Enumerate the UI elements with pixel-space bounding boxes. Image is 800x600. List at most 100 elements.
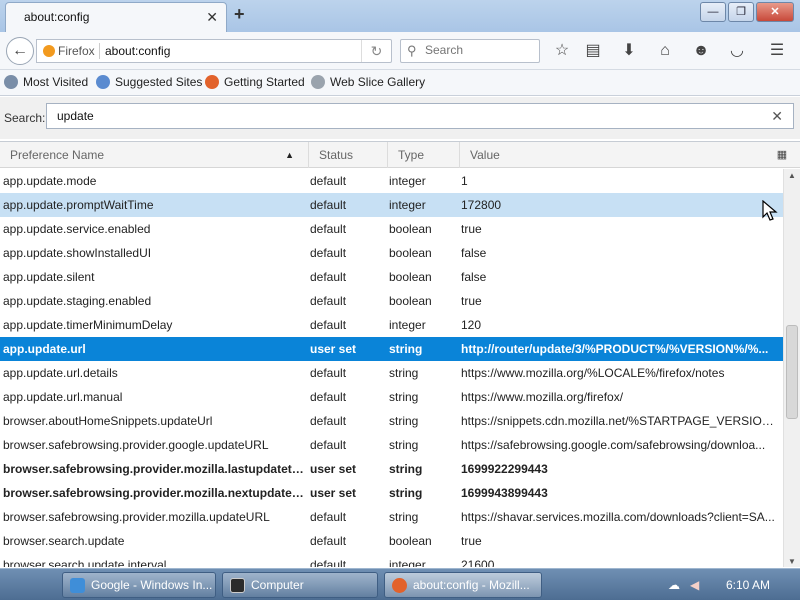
downloads-icon[interactable]: ⬇ bbox=[619, 41, 639, 61]
table-row[interactable]: app.update.url.manual default string https:… bbox=[0, 385, 783, 409]
pref-name-cell: app.update.service.enabled bbox=[3, 222, 151, 236]
pref-status-cell: default bbox=[310, 366, 347, 380]
taskbar-item-computer[interactable]: Computer bbox=[222, 572, 378, 598]
pref-value-cell: 1 bbox=[461, 174, 468, 188]
pref-name-cell: app.update.url.details bbox=[3, 366, 118, 380]
new-tab-icon[interactable]: + bbox=[234, 4, 245, 25]
internet-explorer-icon bbox=[70, 578, 85, 593]
table-row[interactable]: app.update.url user set string http://route… bbox=[0, 337, 783, 361]
bookmark-suggested-sites[interactable]: Suggested Sites bbox=[96, 75, 202, 89]
network-icon[interactable]: ☁ bbox=[668, 578, 680, 592]
pref-value-cell: https://safebrowsing.google.com/safebrow… bbox=[461, 438, 766, 452]
minimize-button[interactable]: — bbox=[700, 2, 726, 22]
pref-status-cell: default bbox=[310, 390, 347, 404]
pref-status-cell: user set bbox=[310, 486, 357, 500]
table-row[interactable]: app.update.promptWaitTime default integer 1… bbox=[0, 193, 783, 217]
column-header-type[interactable]: Type bbox=[388, 142, 460, 168]
clock[interactable]: 6:10 AM bbox=[726, 578, 770, 592]
volume-muted-icon[interactable]: ◀ bbox=[690, 578, 699, 592]
bookmark-getting-started[interactable]: Getting Started bbox=[205, 75, 305, 89]
search-input[interactable] bbox=[425, 43, 535, 57]
pref-name-cell: app.update.url bbox=[3, 342, 86, 356]
table-row[interactable]: app.update.timerMinimumDelay default integ… bbox=[0, 313, 783, 337]
pref-name-cell: browser.safebrowsing.provider.mozilla.up… bbox=[3, 510, 270, 524]
table-row[interactable]: app.update.url.details default string https… bbox=[0, 361, 783, 385]
close-window-button[interactable]: ✕ bbox=[756, 2, 794, 22]
pref-type-cell: boolean bbox=[389, 270, 432, 284]
url-bar[interactable]: Firefox about:config ↻ bbox=[36, 39, 392, 63]
config-search-input[interactable] bbox=[57, 109, 757, 123]
pocket-icon[interactable]: ◡ bbox=[727, 41, 747, 61]
pref-value-cell: 120 bbox=[461, 318, 482, 332]
identity-label: Firefox bbox=[58, 44, 95, 58]
scrollbar-thumb[interactable] bbox=[786, 325, 798, 419]
mouse-cursor-icon bbox=[762, 200, 778, 221]
clear-search-icon[interactable]: ✕ bbox=[771, 108, 783, 125]
home-icon[interactable]: ⌂ bbox=[655, 41, 675, 61]
pref-status-cell: user set bbox=[310, 342, 357, 356]
column-header-status[interactable]: Status bbox=[309, 142, 388, 168]
table-row[interactable]: browser.search.update default boolean true bbox=[0, 529, 783, 553]
sort-ascending-icon: ▲ bbox=[285, 150, 294, 160]
pref-value-cell: https://shavar.services.mozilla.com/down… bbox=[461, 510, 775, 524]
window-controls: — ❐ ✕ bbox=[698, 2, 794, 22]
taskbar-item-ie[interactable]: Google - Windows In... bbox=[62, 572, 216, 598]
pref-status-cell: default bbox=[310, 438, 347, 452]
column-header-name[interactable]: Preference Name ▲ bbox=[0, 142, 309, 168]
bookmark-web-slice-gallery[interactable]: Web Slice Gallery bbox=[311, 75, 425, 89]
taskbar: Google - Windows In... Computer about:co… bbox=[0, 568, 800, 600]
pref-name-cell: app.update.timerMinimumDelay bbox=[3, 318, 173, 332]
search-bar[interactable]: ⚲ bbox=[400, 39, 540, 63]
table-row[interactable]: browser.safebrowsing.provider.google.upd… bbox=[0, 433, 783, 457]
identity-badge[interactable]: Firefox bbox=[43, 44, 95, 58]
pref-status-cell: default bbox=[310, 222, 347, 236]
pref-name-cell: app.update.silent bbox=[3, 270, 95, 284]
column-label: Value bbox=[470, 148, 500, 162]
pref-name-cell: app.update.mode bbox=[3, 174, 97, 188]
table-row[interactable]: app.update.mode default integer 1 bbox=[0, 169, 783, 193]
url-text[interactable]: about:config bbox=[105, 44, 170, 58]
pref-name-cell: browser.search.update.interval bbox=[3, 558, 167, 567]
menu-icon[interactable]: ☰ bbox=[767, 41, 787, 61]
tab-about-config[interactable]: about:config ✕ bbox=[5, 2, 227, 32]
maximize-button[interactable]: ❐ bbox=[728, 2, 754, 22]
table-row[interactable]: browser.aboutHomeSnippets.updateUrl defau… bbox=[0, 409, 783, 433]
pref-status-cell: default bbox=[310, 294, 347, 308]
scroll-down-icon[interactable]: ▼ bbox=[788, 557, 796, 566]
back-button[interactable]: ← bbox=[6, 37, 34, 65]
scroll-up-icon[interactable]: ▲ bbox=[788, 171, 796, 180]
column-picker-icon[interactable]: ▦ bbox=[764, 142, 800, 168]
pref-type-cell: string bbox=[389, 510, 419, 524]
column-header-value[interactable]: Value bbox=[460, 142, 764, 168]
vertical-scrollbar[interactable]: ▲ ▼ bbox=[783, 169, 800, 567]
table-row[interactable]: browser.safebrowsing.provider.mozilla.up… bbox=[0, 505, 783, 529]
pref-name-cell: app.update.staging.enabled bbox=[3, 294, 152, 308]
table-row[interactable]: browser.safebrowsing.provider.mozilla.la… bbox=[0, 457, 783, 481]
bookmark-most-visited[interactable]: Most Visited bbox=[4, 75, 88, 89]
table-row[interactable]: app.update.showInstalledUI default boolean… bbox=[0, 241, 783, 265]
bookmarks-menu-icon[interactable]: ▤ bbox=[583, 41, 603, 61]
table-row[interactable]: app.update.silent default boolean false bbox=[0, 265, 783, 289]
pref-type-cell: string bbox=[389, 342, 423, 356]
bookmark-label: Getting Started bbox=[224, 75, 305, 89]
table-row[interactable]: browser.search.update.interval default int… bbox=[0, 553, 783, 567]
table-row[interactable]: app.update.service.enabled default boolean… bbox=[0, 217, 783, 241]
config-search-row: Search: ✕ bbox=[0, 97, 800, 139]
reload-icon[interactable]: ↻ bbox=[361, 40, 391, 62]
tab-close-icon[interactable]: ✕ bbox=[206, 9, 218, 26]
firefox-icon bbox=[43, 45, 55, 57]
hello-icon[interactable]: ☻ bbox=[691, 41, 711, 61]
column-label: Type bbox=[398, 148, 425, 162]
pref-type-cell: string bbox=[389, 414, 419, 428]
bookmark-star-icon[interactable]: ☆ bbox=[552, 41, 572, 61]
config-search-box[interactable]: ✕ bbox=[46, 103, 794, 129]
table-row[interactable]: app.update.staging.enabled default boolean… bbox=[0, 289, 783, 313]
tab-title: about:config bbox=[24, 10, 90, 24]
pref-type-cell: string bbox=[389, 438, 419, 452]
pref-name-cell: browser.search.update bbox=[3, 534, 125, 548]
pref-value-cell: 1699922299443 bbox=[461, 462, 548, 476]
table-row[interactable]: browser.safebrowsing.provider.mozilla.ne… bbox=[0, 481, 783, 505]
pref-value-cell: true bbox=[461, 222, 482, 236]
taskbar-item-firefox[interactable]: about:config - Mozill... bbox=[384, 572, 542, 598]
pref-status-cell: default bbox=[310, 510, 347, 524]
